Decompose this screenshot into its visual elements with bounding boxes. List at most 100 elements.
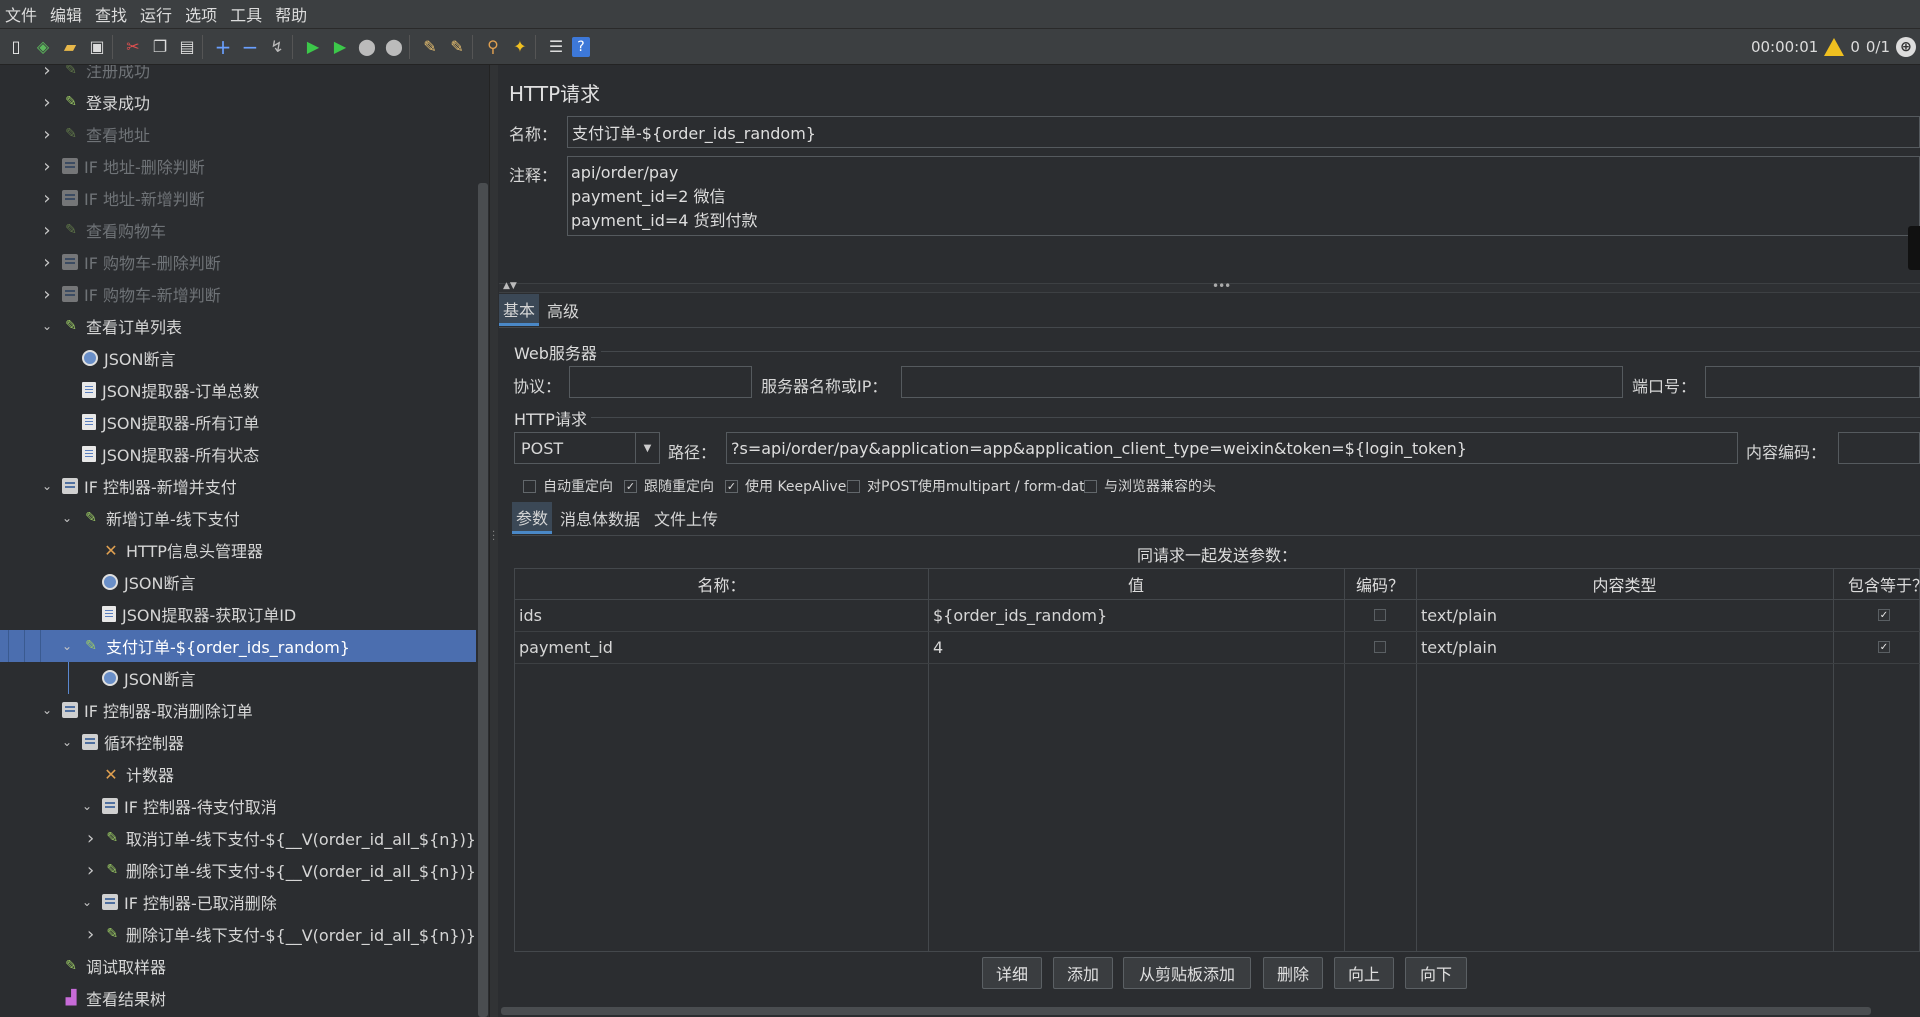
tree-node[interactable]: JSON断言	[0, 566, 476, 598]
menu-file[interactable]: 文件	[0, 2, 45, 26]
tree-node[interactable]: ⌄ IF 控制器-取消删除订单	[0, 694, 476, 726]
column-header-include-equals[interactable]: 包含等于？	[1833, 569, 1920, 599]
browser-headers-checkbox[interactable]: 与浏览器兼容的头	[1084, 476, 1216, 496]
move-up-button[interactable]: 向上	[1334, 957, 1394, 989]
tree-scroll-thumb[interactable]	[478, 183, 488, 1017]
chevron-down-icon[interactable]: ⌄	[40, 479, 54, 493]
chevron-right-icon[interactable]: ›	[85, 924, 97, 945]
encode-checkbox[interactable]	[1374, 632, 1386, 662]
tree-node[interactable]: ✕ 计数器	[0, 758, 476, 790]
collapse-arrows-icon[interactable]: ▲▼	[503, 281, 517, 291]
tree-node[interactable]: › IF 地址-删除判断	[0, 150, 476, 182]
chevron-right-icon[interactable]: ›	[40, 220, 54, 241]
tab-file-upload[interactable]: 文件上传	[650, 502, 722, 534]
chevron-down-icon[interactable]: ⌄	[40, 319, 54, 333]
menu-help[interactable]: 帮助	[270, 2, 315, 26]
move-down-button[interactable]: 向下	[1405, 957, 1467, 989]
method-select[interactable]: POST ▼	[514, 432, 660, 464]
tree-node[interactable]: ⌄ ✎ 新增订单-线下支付	[0, 502, 476, 534]
column-header-content-type[interactable]: 内容类型	[1416, 569, 1833, 599]
auto-redirect-checkbox[interactable]: 自动重定向	[523, 476, 613, 496]
tree-node[interactable]: › ✎ 查看地址	[0, 118, 476, 150]
chevron-right-icon[interactable]: ›	[40, 124, 54, 145]
chevron-down-icon[interactable]: ▼	[635, 433, 659, 463]
function-helper-icon[interactable]: ☰	[545, 36, 567, 58]
tree-node[interactable]: › ✎ 注册成功	[0, 65, 476, 86]
table-cell-value[interactable]: 4	[933, 632, 943, 662]
chevron-down-icon[interactable]: ⌄	[40, 703, 54, 717]
checkbox-box[interactable]	[1374, 641, 1386, 653]
chevron-right-icon[interactable]: ›	[85, 860, 97, 881]
tree-node[interactable]: JSON断言	[0, 662, 476, 694]
tree-node[interactable]: ⌄ 循环控制器	[0, 726, 476, 758]
tab-basic[interactable]: 基本	[499, 294, 540, 326]
tree-node[interactable]: ✕ HTTP信息头管理器	[0, 534, 476, 566]
checkbox-box[interactable]	[847, 479, 860, 493]
delete-button[interactable]: 删除	[1263, 957, 1323, 989]
table-cell-content-type[interactable]: text/plain	[1421, 632, 1497, 662]
tree-node[interactable]: JSON提取器-获取订单ID	[0, 598, 476, 630]
tab-parameters[interactable]: 参数	[512, 502, 553, 534]
chevron-right-icon[interactable]: ›	[40, 92, 54, 113]
tree-node[interactable]: › IF 购物车-新增判断	[0, 278, 476, 310]
templates-icon[interactable]: ◈	[32, 36, 54, 58]
side-handle-icon[interactable]	[1908, 226, 1920, 270]
detail-button[interactable]: 详细	[982, 957, 1042, 989]
port-input[interactable]	[1705, 366, 1920, 398]
chevron-down-icon[interactable]: ⌄	[60, 735, 74, 749]
collapse-icon[interactable]: −	[239, 36, 261, 58]
shutdown-icon[interactable]: ⬤	[383, 36, 405, 58]
tree-node[interactable]: › ✎ 查看购物车	[0, 214, 476, 246]
horizontal-splitter[interactable]: ▲▼ •••	[499, 279, 1920, 293]
tree-node[interactable]: ⌄ IF 控制器-待支付取消	[0, 790, 476, 822]
start-icon[interactable]: ▶	[302, 36, 324, 58]
checkbox-box[interactable]: ✓	[1878, 641, 1890, 653]
path-input[interactable]: ?s=api/order/pay&application=app&applica…	[726, 432, 1738, 464]
tree-node[interactable]: ⌄ ✎ 支付订单-${order_ids_random}	[0, 630, 476, 662]
table-cell-value[interactable]: ${order_ids_random}	[933, 600, 1107, 630]
chevron-down-icon[interactable]: ⌄	[80, 895, 94, 909]
start-no-pauses-icon[interactable]: ▶	[329, 36, 351, 58]
stop-icon[interactable]: ⬤	[356, 36, 378, 58]
clear-all-icon[interactable]: ✎	[446, 36, 468, 58]
tree-node[interactable]: › IF 购物车-删除判断	[0, 246, 476, 278]
tree-node[interactable]: ⌄ IF 控制器-新增并支付	[0, 470, 476, 502]
vertical-splitter[interactable]: · · ·	[489, 65, 498, 1017]
chevron-right-icon[interactable]: ›	[40, 284, 54, 305]
checkbox-box[interactable]: ✓	[1878, 609, 1890, 621]
chevron-right-icon[interactable]: ›	[40, 156, 54, 177]
search-icon[interactable]: ⚲	[482, 36, 504, 58]
reset-search-icon[interactable]: ✦	[509, 36, 531, 58]
table-cell-name[interactable]: ids	[519, 600, 542, 630]
tree-node[interactable]: ✎ 调试取样器	[0, 950, 476, 982]
new-icon[interactable]: ▯	[5, 36, 27, 58]
add-from-clipboard-button[interactable]: 从剪贴板添加	[1123, 957, 1251, 989]
checkbox-box[interactable]: ✓	[725, 479, 738, 493]
menu-tools[interactable]: 工具	[225, 2, 270, 26]
column-header-encode[interactable]: 编码？	[1344, 569, 1416, 599]
tree-node[interactable]: › IF 地址-新增判断	[0, 182, 476, 214]
checkbox-box[interactable]	[1084, 479, 1097, 493]
server-input[interactable]	[901, 366, 1623, 398]
chevron-right-icon[interactable]: ›	[40, 65, 54, 81]
chevron-right-icon[interactable]: ›	[40, 252, 54, 273]
menu-run[interactable]: 运行	[135, 2, 180, 26]
checkbox-box[interactable]: ✓	[624, 479, 637, 493]
expand-icon[interactable]: +	[212, 36, 234, 58]
save-icon[interactable]: ▣	[86, 36, 108, 58]
tree-node[interactable]: JSON提取器-所有订单	[0, 406, 476, 438]
tree-node[interactable]: › ✎ 删除订单-线下支付-${__V(order_id_all_${n})}	[0, 854, 476, 886]
encode-checkbox[interactable]	[1374, 600, 1386, 630]
copy-icon[interactable]: ❐	[149, 36, 171, 58]
comment-textarea[interactable]: api/order/pay payment_id=2 微信 payment_id…	[567, 156, 1920, 236]
toggle-icon[interactable]: ↯	[266, 36, 288, 58]
column-header-name[interactable]: 名称：	[515, 569, 928, 599]
include-equals-checkbox[interactable]: ✓	[1878, 632, 1890, 662]
chevron-down-icon[interactable]: ⌄	[60, 639, 74, 653]
help-icon[interactable]: ?	[572, 36, 590, 57]
tree-node[interactable]: JSON提取器-订单总数	[0, 374, 476, 406]
follow-redirect-checkbox[interactable]: ✓ 跟随重定向	[624, 476, 714, 496]
tree-node[interactable]: ⌄ IF 控制器-已取消删除	[0, 886, 476, 918]
clear-icon[interactable]: ✎	[419, 36, 441, 58]
tree-node[interactable]: JSON提取器-所有状态	[0, 438, 476, 470]
